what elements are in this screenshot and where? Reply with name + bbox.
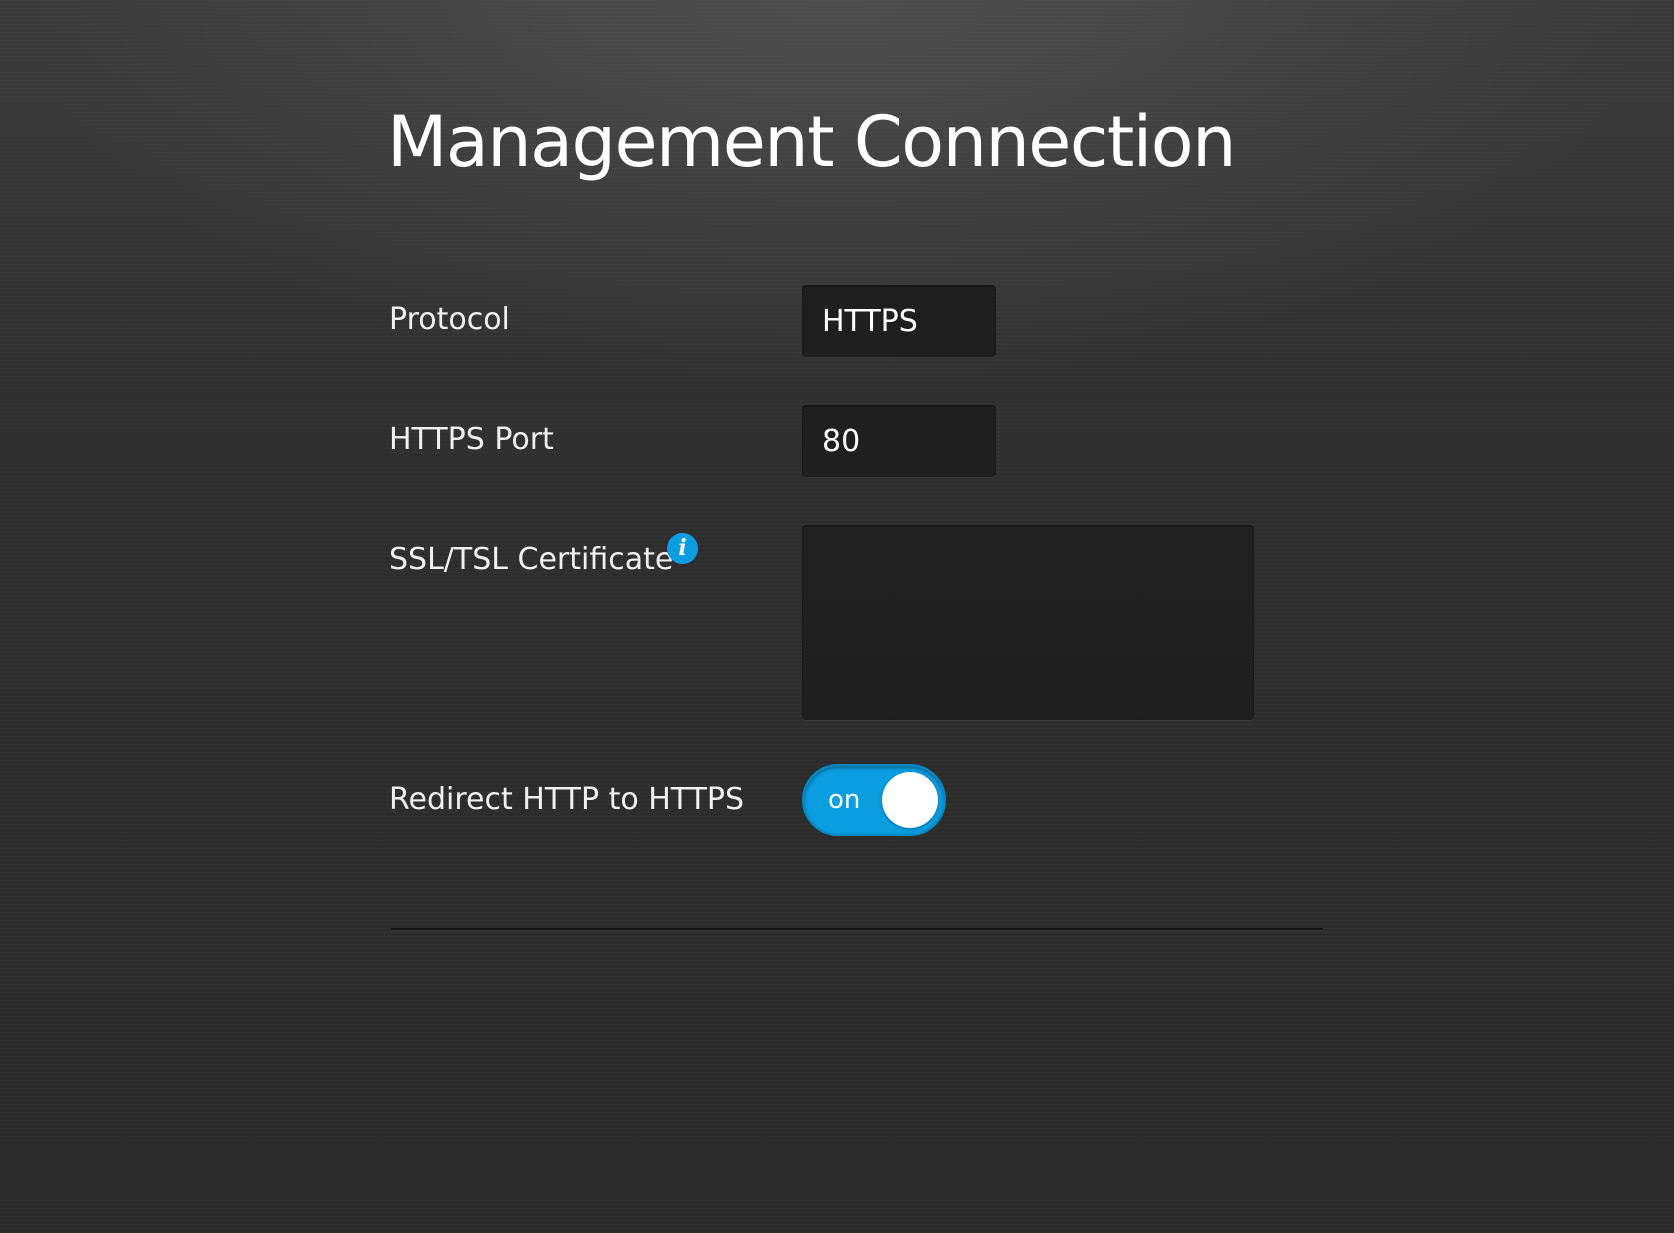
toggle-state-label: on bbox=[828, 785, 861, 815]
toggle-knob bbox=[882, 772, 938, 828]
https-port-label: HTTPS Port bbox=[389, 422, 554, 457]
ssl-certificate-label: SSL/TSL Certificate bbox=[389, 542, 674, 577]
section-divider bbox=[391, 928, 1323, 930]
ssl-certificate-textarea[interactable] bbox=[802, 525, 1254, 720]
protocol-label: Protocol bbox=[389, 302, 510, 337]
redirect-http-label: Redirect HTTP to HTTPS bbox=[389, 782, 745, 817]
page-title: Management Connection bbox=[387, 101, 1236, 183]
https-port-value: 80 bbox=[822, 423, 861, 459]
info-icon[interactable]: i bbox=[667, 533, 698, 564]
protocol-select[interactable]: HTTPS bbox=[802, 285, 996, 357]
redirect-http-toggle[interactable]: on bbox=[802, 764, 946, 836]
protocol-value: HTTPS bbox=[822, 303, 918, 339]
https-port-input[interactable]: 80 bbox=[802, 405, 996, 477]
